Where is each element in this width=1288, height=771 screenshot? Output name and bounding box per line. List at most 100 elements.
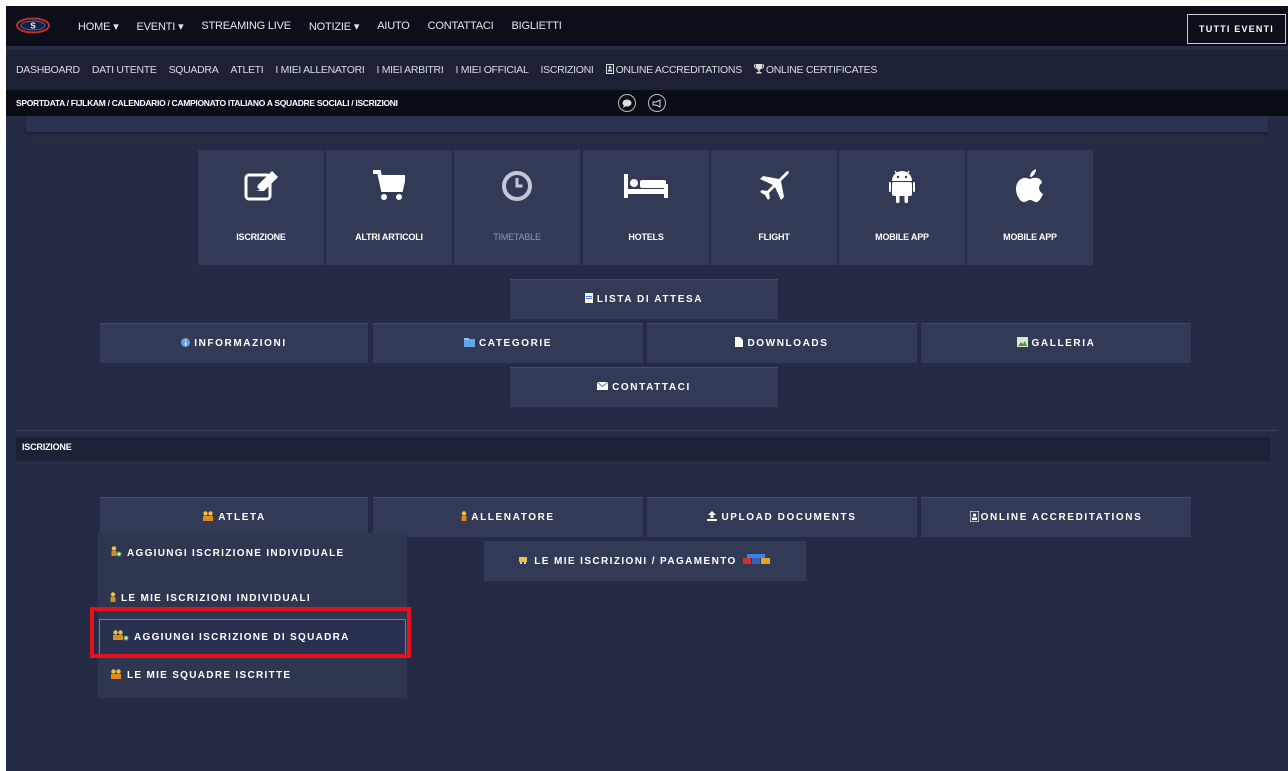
subnav-i-miei-official[interactable]: I MIEI OFFICIAL [455,64,528,76]
subnav-dati-utente[interactable]: DATI UTENTE [92,64,157,76]
subnav-online-accreditations[interactable]: ONLINE ACCREDITATIONS [605,64,743,76]
clock-icon [454,164,580,208]
chat-icon[interactable] [618,94,636,112]
badge-icon [605,64,616,76]
payment-cards-icon [742,553,771,569]
lista-attesa-label: LISTA DI ATTESA [596,294,704,305]
tile-flight[interactable]: FLIGHT [711,150,837,265]
allenatore-tab[interactable]: ALLENATORE [373,497,643,537]
subnav-label: I MIEI ARBITRI [376,64,444,76]
android-icon [839,164,965,208]
cart-icon [519,555,529,567]
breadcrumb-bar: SPORTDATA / FIJLKAM / CALENDARIO / CAMPI… [6,90,1288,116]
group-icon [202,511,214,524]
nav-label: NOTIZIE [308,20,351,33]
chevron-down-icon: ▾ [178,20,184,33]
informazioni-button[interactable]: INFORMAZIONI [100,323,368,363]
trophy-icon [753,64,766,76]
subnav-i-miei-arbitri[interactable]: I MIEI ARBITRI [376,64,443,76]
tile-timetable: TIMETABLE [454,150,580,265]
subnav-i-miei-allenatori[interactable]: I MIEI ALLENATORI [275,64,364,76]
subnav-label: ATLETI [230,64,264,76]
megaphone-icon[interactable] [648,94,666,112]
tile-label: MOBILE APP [1003,232,1057,242]
subnav-dashboard[interactable]: DASHBOARD [16,64,80,76]
allenatore-label: ALLENATORE [471,512,555,523]
user-subnav: DASHBOARD DATI UTENTE SQUADRA ATLETI I MIEI … [6,50,1288,90]
nav-eventi[interactable]: EVENTI ▾ [137,20,184,33]
my-teams-item[interactable]: LE MIE SQUADRE ISCRITTE [98,657,407,693]
subnav-online-certificates[interactable]: ONLINE CERTIFICATES [753,64,878,76]
online-accreditations-label: ONLINE ACCREDITATIONS [980,512,1143,523]
info-icon [181,337,191,350]
informazioni-label: INFORMAZIONI [194,338,287,349]
nav-label: CONTATTACI [427,20,494,32]
cart-icon [326,164,452,208]
tutti-eventi-button[interactable]: TUTTI EVENTI [1187,14,1286,44]
menu-item-label: AGGIUNGI ISCRIZIONE INDIVIDUALE [127,547,345,559]
apple-icon [967,164,1093,208]
categorie-button[interactable]: CATEGORIE [373,323,643,363]
nav-streaming-live[interactable]: STREAMING LIVE [201,20,291,32]
nav-notizie[interactable]: NOTIZIE ▾ [308,20,360,33]
tile-altri-articoli[interactable]: ALTRI ARTICOLI [326,150,452,265]
folder-icon [463,337,475,350]
contattaci-button[interactable]: CONTATTACI [510,367,778,407]
downloads-label: DOWNLOADS [747,338,829,349]
nav-label: HOME [78,20,111,33]
lista-attesa-button[interactable]: LISTA DI ATTESA [510,279,778,319]
divider [16,430,1278,431]
nav-aiuto[interactable]: AIUTO [377,20,410,32]
nav-contattaci[interactable]: CONTATTACI [428,20,494,32]
document-icon [584,293,593,306]
tile-label: FLIGHT [758,232,790,242]
upload-documents-tab[interactable]: UPLOAD DOCUMENTS [647,497,917,537]
subnav-iscrizioni[interactable]: ISCRIZIONI [541,64,594,76]
subnav-label: DASHBOARD [16,64,80,76]
upload-documents-label: UPLOAD DOCUMENTS [721,512,857,523]
plane-icon [711,164,837,208]
person-icon [110,591,116,605]
add-individual-registration-item[interactable]: AGGIUNGI ISCRIZIONE INDIVIDUALE [98,535,407,571]
highlight-box [90,607,411,658]
person-icon [461,511,467,524]
payment-button[interactable]: LE MIE ISCRIZIONI / PAGAMENTO [484,541,806,581]
file-icon [735,337,744,350]
breadcrumb: SPORTDATA / FIJLKAM / CALENDARIO / CAMPI… [16,98,398,108]
person-add-icon [110,546,122,560]
app-window: S HOME ▾ EVENTI ▾ STREAMING LIVE NOTIZIE ▾ AIUT… [6,6,1288,771]
section-title: ISCRIZIONE [22,442,72,452]
nav-label: EVENTI [136,20,176,33]
subnav-squadra[interactable]: SQUADRA [169,64,219,76]
subnav-atleti[interactable]: ATLETI [230,64,263,76]
subnav-label: ONLINE CERTIFICATES [765,64,878,76]
chevron-down-icon: ▾ [113,20,119,33]
nav-label: BIGLIETTI [511,20,562,32]
menu-item-label: LE MIE ISCRIZIONI INDIVIDUALI [121,592,311,604]
tile-hotels[interactable]: HOTELS [583,150,709,265]
tile-iscrizione[interactable]: ISCRIZIONE [198,150,324,265]
tile-label: MOBILE APP [875,232,929,242]
sportdata-logo[interactable]: S [16,17,50,34]
nav-biglietti[interactable]: BIGLIETTI [511,20,561,32]
tile-mobile-app[interactable]: MOBILE APP [967,150,1093,265]
tile-label: HOTELS [628,232,664,242]
tile-label: TIMETABLE [493,232,541,242]
galleria-button[interactable]: GALLERIA [921,323,1191,363]
subnav-label: I MIEI OFFICIAL [455,64,529,76]
bed-icon [583,164,709,208]
nav-home[interactable]: HOME ▾ [78,20,119,33]
downloads-button[interactable]: DOWNLOADS [647,323,917,363]
section-header: ISCRIZIONE [16,437,1270,461]
tile-label: ISCRIZIONE [236,232,286,242]
tile-mobile-app[interactable]: MOBILE APP [839,150,965,265]
online-accreditations-tab[interactable]: ONLINE ACCREDITATIONS [921,497,1191,537]
subnav-label: DATI UTENTE [91,64,157,76]
main-navbar: S HOME ▾ EVENTI ▾ STREAMING LIVE NOTIZIE ▾ AIUT… [6,6,1288,46]
image-icon [1016,337,1028,350]
categorie-label: CATEGORIE [478,338,553,349]
upload-icon [707,511,718,524]
atleta-tab[interactable]: ATLETA [100,497,368,537]
nav-label: STREAMING LIVE [201,20,291,32]
subnav-label: ONLINE ACCREDITATIONS [615,64,743,76]
